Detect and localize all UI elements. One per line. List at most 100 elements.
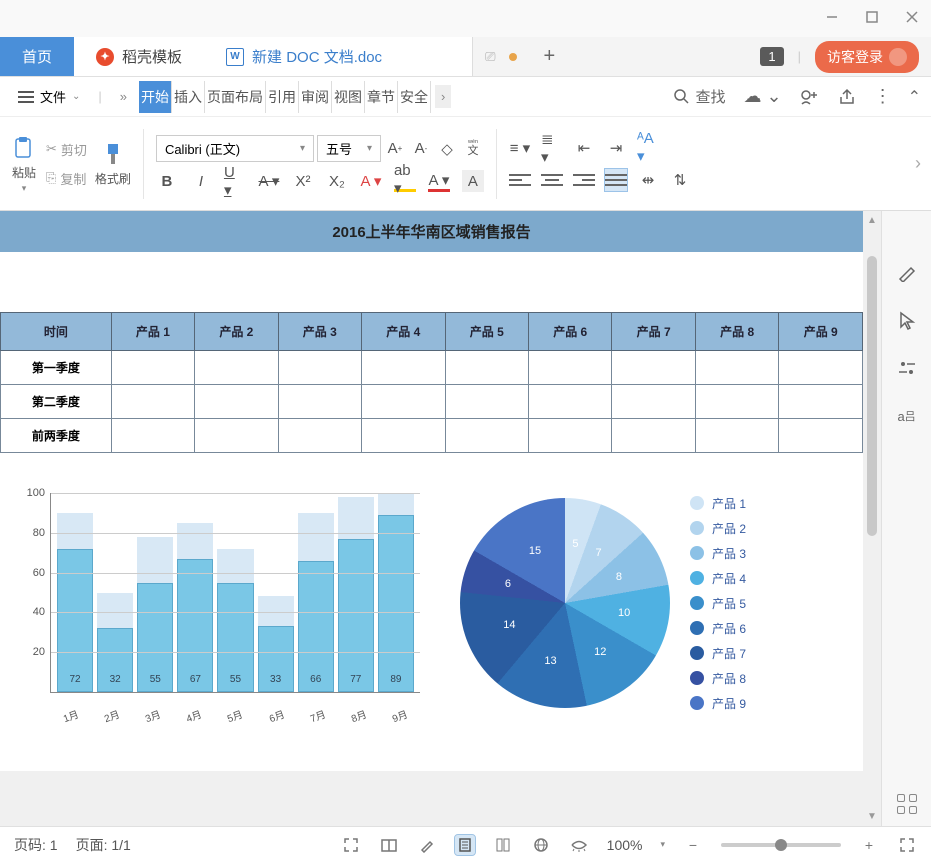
more-button[interactable]: » — [112, 89, 135, 104]
table-cell — [111, 351, 194, 385]
paste-button[interactable]: 粘贴▾ — [10, 134, 38, 194]
ribbon-tab-insert[interactable]: 插入 — [172, 81, 205, 113]
tab-home[interactable]: 首页 — [0, 37, 74, 76]
clear-format-button[interactable]: ◇ — [436, 138, 458, 160]
align-center-button[interactable] — [541, 169, 563, 191]
ribbon-tab-start[interactable]: 开始 — [139, 81, 172, 113]
table-cell — [445, 419, 528, 453]
search-icon — [673, 88, 691, 106]
close-button[interactable] — [903, 8, 921, 26]
tab-docer[interactable]: ✦ 稻壳模板 — [74, 37, 204, 76]
text-direction-button[interactable]: ᴬA ▾ — [637, 137, 659, 159]
outline-view-icon[interactable] — [493, 835, 513, 855]
align-left-button[interactable] — [509, 169, 531, 191]
increase-indent-button[interactable]: ⇥ — [605, 137, 627, 159]
font-color-button[interactable]: A ▾ — [428, 170, 450, 192]
format-painter-button[interactable]: 格式刷 — [95, 140, 131, 187]
table-header: 产品 2 — [195, 313, 278, 351]
copy-button[interactable]: ⎘复制 — [46, 169, 87, 188]
decrease-indent-button[interactable]: ⇤ — [573, 137, 595, 159]
fit-page-icon[interactable] — [897, 835, 917, 855]
char-shading-button[interactable]: A — [462, 170, 484, 192]
phonetic-button[interactable]: 文wén — [462, 138, 484, 160]
align-justify-button[interactable] — [605, 169, 627, 191]
zoom-in-button[interactable]: + — [859, 835, 879, 855]
cut-button[interactable]: ✂剪切 — [46, 140, 87, 159]
legend-item: 产品 2 — [690, 520, 746, 537]
share-add-icon[interactable] — [800, 88, 820, 106]
fullscreen-icon[interactable] — [341, 835, 361, 855]
new-tab-button[interactable]: + — [529, 37, 569, 76]
ribbon-scroll-right[interactable]: › — [435, 85, 451, 108]
italic-button[interactable]: I — [190, 170, 212, 192]
page-number[interactable]: 页码: 1 — [14, 835, 58, 855]
cast-icon[interactable]: ⎚ — [485, 49, 495, 65]
print-layout-icon[interactable] — [455, 835, 475, 855]
vertical-scrollbar[interactable]: ▲ ▼ — [863, 211, 881, 826]
file-menu[interactable]: 文件 ⌄ — [10, 83, 88, 110]
translate-tool-icon[interactable]: a吕 — [896, 405, 918, 427]
shrink-font-button[interactable]: A- — [410, 138, 432, 160]
ribbon-tab-security[interactable]: 安全 — [398, 81, 431, 113]
bullets-button[interactable]: ≡ ▾ — [509, 137, 531, 159]
align-right-button[interactable] — [573, 169, 595, 191]
data-table: 时间产品 1产品 2产品 3产品 4产品 5产品 6产品 7产品 8产品 9 第… — [0, 312, 863, 453]
settings-tool-icon[interactable] — [896, 357, 918, 379]
collapse-ribbon-icon[interactable]: ⌃ — [908, 87, 921, 107]
ribbon-tab-chapter[interactable]: 章节 — [365, 81, 398, 113]
grow-font-button[interactable]: A+ — [384, 138, 406, 160]
tab-bar: 首页 ✦ 稻壳模板 W 新建 DOC 文档.doc ⎚ + 1 | 访客登录 — [0, 37, 931, 77]
table-cell — [362, 385, 445, 419]
table-row-label: 第二季度 — [1, 385, 112, 419]
search-button[interactable]: 查找 — [673, 86, 725, 107]
numbering-button[interactable]: ≣ ▾ — [541, 137, 563, 159]
zoom-level[interactable]: 100% — [607, 837, 643, 853]
zoom-slider[interactable] — [721, 843, 841, 847]
page-count[interactable]: 页面: 1/1 — [76, 835, 131, 855]
strikethrough-button[interactable]: A ▾ — [258, 170, 280, 192]
table-header: 产品 5 — [445, 313, 528, 351]
ribbon-tab-reference[interactable]: 引用 — [266, 81, 299, 113]
table-cell — [779, 419, 863, 453]
web-layout-icon[interactable] — [531, 835, 551, 855]
subscript-button[interactable]: X₂ — [326, 170, 348, 192]
font-name-select[interactable]: Calibri (正文) — [156, 135, 314, 162]
share-icon[interactable] — [838, 88, 856, 106]
toolbar-scroll-right[interactable]: › — [915, 153, 921, 174]
maximize-button[interactable] — [863, 8, 881, 26]
table-cell — [779, 385, 863, 419]
more-menu-icon[interactable]: ⋮ — [874, 86, 890, 107]
text-effect-button[interactable]: A ▾ — [360, 170, 382, 192]
pen-tool-icon[interactable] — [896, 261, 918, 283]
eye-protect-icon[interactable] — [569, 835, 589, 855]
reading-view-icon[interactable] — [379, 835, 399, 855]
ribbon-tab-view[interactable]: 视图 — [332, 81, 365, 113]
line-spacing-button[interactable]: ⇅ — [669, 169, 691, 191]
bold-button[interactable]: B — [156, 170, 178, 192]
edit-mode-icon[interactable] — [417, 835, 437, 855]
superscript-button[interactable]: X² — [292, 170, 314, 192]
ribbon-tab-review[interactable]: 审阅 — [299, 81, 332, 113]
window-count-badge[interactable]: 1 — [760, 47, 783, 66]
highlight-button[interactable]: ab ▾ — [394, 170, 416, 192]
ribbon-tab-layout[interactable]: 页面布局 — [205, 81, 266, 113]
table-header: 产品 9 — [779, 313, 863, 351]
underline-button[interactable]: U ▾ — [224, 170, 246, 192]
avatar-icon — [889, 48, 907, 66]
hamburger-icon — [18, 91, 34, 103]
doc-icon: W — [226, 48, 244, 66]
scroll-thumb[interactable] — [867, 256, 877, 536]
grid-view-icon[interactable] — [897, 794, 917, 814]
cloud-icon[interactable]: ☁ ⌄ — [744, 86, 782, 107]
table-cell — [278, 385, 361, 419]
horizontal-scrollbar[interactable] — [0, 771, 863, 789]
legend-item: 产品 1 — [690, 495, 746, 512]
selection-tool-icon[interactable] — [896, 309, 918, 331]
tab-doc-label: 新建 DOC 文档.doc — [252, 46, 382, 67]
minimize-button[interactable] — [823, 8, 841, 26]
tab-document[interactable]: W 新建 DOC 文档.doc — [204, 37, 473, 76]
document-viewport[interactable]: 2016上半年华南区域销售报告 时间产品 1产品 2产品 3产品 4产品 5产品… — [0, 211, 863, 826]
distribute-button[interactable]: ⇹ — [637, 169, 659, 191]
login-button[interactable]: 访客登录 — [815, 41, 919, 73]
zoom-out-button[interactable]: − — [683, 835, 703, 855]
